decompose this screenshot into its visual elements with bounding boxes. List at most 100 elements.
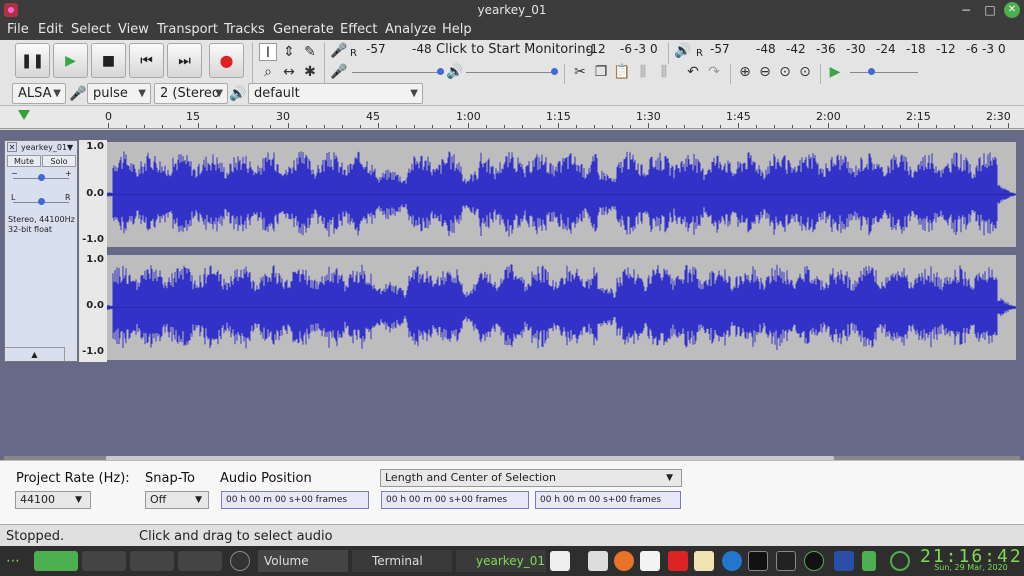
slider-knob[interactable] [551, 68, 558, 75]
workspace-3[interactable] [130, 551, 174, 571]
text-editor-icon[interactable] [640, 551, 660, 571]
record-meter[interactable]: -57 -48 Click to Start Monitoring -12 -6… [364, 40, 664, 58]
stop-button[interactable]: ■ [91, 43, 126, 78]
window-titlebar[interactable]: yearkey_01 − □ ✕ [0, 0, 1024, 20]
play-at-speed-icon[interactable]: ▶ [826, 63, 844, 81]
minimize-button[interactable]: − [958, 2, 974, 18]
slider-knob[interactable] [437, 68, 444, 75]
cut-icon[interactable]: ✂ [571, 63, 589, 81]
microphone-icon[interactable]: 🎤 [330, 42, 348, 60]
selection-end-field[interactable]: 00 h 00 m 00 s+00 frames [535, 491, 681, 509]
record-button[interactable]: ● [209, 43, 244, 78]
pause-button[interactable]: ❚❚ [15, 43, 50, 78]
fit-selection-icon[interactable]: ⊙ [776, 63, 794, 81]
pan-slider[interactable] [13, 197, 69, 207]
waveform-left-channel[interactable] [107, 142, 1016, 247]
menu-generate[interactable]: Generate [273, 22, 334, 37]
recording-device-select[interactable]: pulse ▼ [87, 83, 151, 104]
speaker-icon[interactable]: 🔊 [674, 42, 692, 60]
silence-icon[interactable]: ⫼ [655, 63, 673, 81]
recording-volume-slider[interactable] [352, 67, 444, 77]
menu-analyze[interactable]: Analyze [385, 22, 436, 37]
paste-icon[interactable]: 📋 [613, 63, 631, 81]
menu-transport[interactable]: Transport [157, 22, 218, 37]
menu-tracks[interactable]: Tracks [224, 22, 265, 37]
wordpress-icon[interactable] [722, 551, 742, 571]
play-head-icon[interactable] [18, 110, 30, 120]
playback-meter[interactable]: -57 -48 -42 -36 -30 -24 -18 -12 -6 -3 0 [708, 40, 1020, 58]
track-close-button[interactable]: ✕ [7, 142, 17, 152]
track-control-panel[interactable]: ✕ yearkey_01 ▼ Mute Solo − + L R Stereo,… [4, 140, 78, 362]
selection-mode-select[interactable]: Length and Center of Selection ▼ [380, 469, 682, 487]
task-volume-control[interactable]: Volume Cont... [258, 550, 348, 572]
skip-to-start-button[interactable]: ⏮ [129, 43, 164, 78]
project-rate-select[interactable]: 44100 ▼ [15, 491, 91, 509]
solo-button[interactable]: Solo [42, 155, 76, 167]
slider-knob[interactable] [868, 68, 875, 75]
zoom-in-icon[interactable]: ⊕ [736, 63, 754, 81]
undo-icon[interactable]: ↶ [684, 63, 702, 81]
skip-to-end-button[interactable]: ⏭ [167, 43, 202, 78]
track-menu-icon[interactable]: ▼ [67, 143, 73, 152]
menu-select[interactable]: Select [71, 22, 111, 37]
collapse-track-button[interactable]: ▲ [5, 347, 65, 361]
recording-channels-select[interactable]: 2 (Stereo ▼ [154, 83, 228, 104]
fit-project-icon[interactable]: ⊙ [796, 63, 814, 81]
zoom-out-icon[interactable]: ⊖ [756, 63, 774, 81]
timeline-ruler[interactable]: 0 15 30 45 1:00 1:15 1:30 1:45 2:00 2:15 2:30 [0, 106, 1024, 129]
clock[interactable]: 21:16:42 Sun, 29 Mar, 2020 [920, 546, 1022, 572]
audio-host-select[interactable]: ALSA ▼ [12, 83, 66, 104]
track-name[interactable]: yearkey_01 [21, 143, 67, 152]
console-icon[interactable] [776, 551, 796, 571]
track-area[interactable]: ✕ yearkey_01 ▼ Mute Solo − + L R Stereo,… [0, 130, 1024, 461]
battery-icon[interactable] [862, 551, 876, 571]
speedometer-icon[interactable] [230, 551, 250, 571]
workspace-4[interactable] [178, 551, 222, 571]
pdf-viewer-icon[interactable] [668, 551, 688, 571]
waveform-right-channel[interactable] [107, 255, 1016, 360]
network-icon[interactable] [804, 551, 824, 571]
redo-icon[interactable]: ↷ [705, 63, 723, 81]
multi-tool-icon[interactable]: ✱ [301, 63, 319, 81]
vertical-ruler[interactable]: 1.0 0.0 -1.0 1.0 0.0 -1.0 [79, 140, 107, 362]
playback-device-select[interactable]: default ▼ [248, 83, 423, 104]
draw-tool-icon[interactable]: ✎ [301, 43, 319, 61]
play-speed-slider[interactable] [850, 67, 918, 77]
terminal-icon[interactable] [748, 551, 768, 571]
playback-volume-slider[interactable] [466, 67, 558, 77]
keyboard-layout-us-icon[interactable] [834, 551, 854, 571]
notes-icon[interactable] [694, 551, 714, 571]
gain-slider[interactable] [13, 173, 69, 183]
slider-knob[interactable] [38, 174, 45, 181]
firefox-icon[interactable] [614, 551, 634, 571]
snap-to-select[interactable]: Off ▼ [145, 491, 209, 509]
play-button[interactable]: ▶ [53, 43, 88, 78]
trim-icon[interactable]: ⫼ [634, 63, 652, 81]
power-icon[interactable] [890, 551, 910, 571]
slider-knob[interactable] [38, 198, 45, 205]
envelope-tool-icon[interactable]: ⇕ [280, 43, 298, 61]
task-terminal[interactable]: Terminal [352, 550, 452, 572]
menu-effect[interactable]: Effect [340, 22, 377, 37]
mute-button[interactable]: Mute [7, 155, 41, 167]
system-monitor-icon[interactable] [550, 551, 570, 571]
menu-view[interactable]: View [118, 22, 149, 37]
audio-position-field[interactable]: 00 h 00 m 00 s+00 frames [221, 491, 369, 509]
app-menu-button[interactable]: ⋯ [6, 550, 20, 572]
copy-icon[interactable]: ❐ [592, 63, 610, 81]
workspace-2[interactable] [82, 551, 126, 571]
file-manager-icon[interactable] [588, 551, 608, 571]
task-audacity[interactable]: yearkey_01 [456, 550, 546, 572]
maximize-button[interactable]: □ [982, 2, 998, 18]
workspace-1[interactable] [34, 551, 78, 571]
time-shift-tool-icon[interactable]: ↔ [280, 63, 298, 81]
menu-help[interactable]: Help [442, 22, 472, 37]
selection-start-field[interactable]: 00 h 00 m 00 s+00 frames [381, 491, 529, 509]
monitor-prompt[interactable]: Click to Start Monitoring [436, 42, 594, 57]
zoom-tool-icon[interactable]: ⌕ [259, 63, 277, 81]
menu-file[interactable]: File [7, 22, 29, 37]
close-window-button[interactable]: ✕ [1004, 2, 1020, 18]
ruler-minor-tick [684, 125, 685, 128]
selection-tool-icon[interactable]: I [259, 43, 277, 61]
menu-edit[interactable]: Edit [38, 22, 63, 37]
